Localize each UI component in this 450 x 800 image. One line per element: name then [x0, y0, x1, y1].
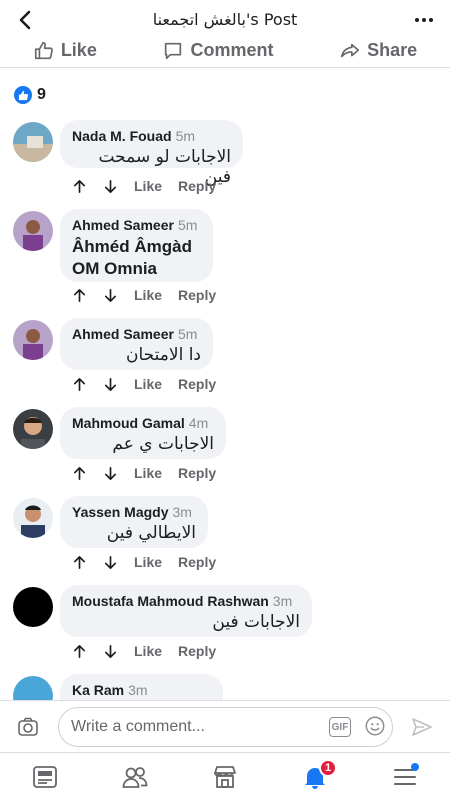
like-label: Like [60, 40, 97, 60]
avatar[interactable] [13, 211, 53, 251]
downvote-arrow-icon[interactable] [103, 288, 118, 303]
comment-text: الاجابات فين [212, 612, 300, 632]
upvote-arrow-icon[interactable] [72, 644, 87, 659]
upvote-arrow-icon[interactable] [72, 288, 87, 303]
like-button[interactable]: Like [33, 40, 97, 62]
upvote-arrow-icon[interactable] [72, 377, 87, 392]
friends-icon [122, 766, 148, 788]
camera-icon[interactable] [16, 715, 40, 739]
like-reaction-icon [14, 86, 32, 104]
reactions-summary[interactable]: 9 [14, 86, 46, 104]
share-label: Share [367, 40, 418, 60]
comment-like-link[interactable]: Like [134, 465, 162, 481]
avatar[interactable] [13, 409, 53, 449]
commenter-name[interactable]: Moustafa Mahmoud Rashwan [72, 593, 269, 609]
comment-like-link[interactable]: Like [134, 287, 162, 303]
commenter-name[interactable]: Ahmed Sameer [72, 326, 174, 342]
share-button[interactable]: Share [339, 40, 417, 62]
comment-text: الايطالي فين [106, 523, 196, 543]
comment-actions: Like Reply [72, 376, 216, 392]
commenter-name[interactable]: Ahmed Sameer [72, 217, 174, 233]
comment-like-link[interactable]: Like [134, 376, 162, 392]
share-arrow-icon [341, 43, 360, 57]
avatar[interactable] [13, 320, 53, 360]
downvote-arrow-icon[interactable] [103, 555, 118, 570]
comment-time: 3m [272, 593, 293, 609]
comment-bubble: Yassen Magdy 3m الايطالي فين [60, 496, 208, 548]
comment-text: الاجابات ي عم [112, 434, 214, 454]
comment-like-link[interactable]: Like [134, 554, 162, 570]
comment-bubble-icon [165, 42, 182, 59]
marketplace-icon [214, 765, 236, 788]
avatar[interactable] [13, 122, 53, 162]
avatar[interactable] [13, 498, 53, 538]
comment-composer: Write a comment... GIF [0, 700, 450, 752]
comment-bubble: Ahmed Sameer 5m Âhméd Âmgàd OM Omnia [60, 209, 213, 282]
downvote-arrow-icon[interactable] [103, 466, 118, 481]
tab-notifications[interactable]: 1 [299, 758, 337, 793]
tab-marketplace[interactable] [209, 761, 241, 793]
commenter-name[interactable]: Mahmoud Gamal [72, 415, 185, 431]
comment-time: 4m [188, 415, 209, 431]
downvote-arrow-icon[interactable] [103, 179, 118, 194]
comment-text: دا الامتحان [126, 345, 201, 365]
comment-bubble: Ahmed Sameer 5m دا الامتحان [60, 318, 213, 370]
comment-actions: Like Reply [72, 287, 216, 303]
page-title: بالغش اتجمعنا's Post [152, 10, 298, 29]
downvote-arrow-icon[interactable] [103, 644, 118, 659]
comment-time: 5m [177, 217, 198, 233]
comment-reply-link[interactable]: Reply [178, 465, 216, 481]
comment-bubble: Moustafa Mahmoud Rashwan 3m الاجابات فين [60, 585, 312, 637]
comment-input-placeholder: Write a comment... [71, 718, 205, 735]
comment-button[interactable]: Comment [162, 40, 274, 62]
bottom-tab-bar: 1 [0, 752, 450, 800]
comment-reply-link[interactable]: Reply [178, 643, 216, 659]
comment-reply-link[interactable]: Reply [178, 376, 216, 392]
comment-time: 5m [175, 128, 196, 144]
comment-actions: Like Reply [72, 465, 216, 481]
emoji-icon[interactable] [364, 715, 386, 737]
menu-indicator-dot [411, 762, 419, 771]
comment-time: 3m [128, 682, 148, 698]
comment-actions: Like Reply [72, 643, 216, 659]
upvote-arrow-icon[interactable] [72, 555, 87, 570]
comment-time: 5m [177, 326, 198, 342]
comment-like-link[interactable]: Like [134, 178, 162, 194]
comment-bubble: Mahmoud Gamal 4m الاجابات ي عم [60, 407, 226, 459]
tab-news-feed[interactable] [29, 761, 61, 793]
comment-bubble: Nada M. Fouad 5m الاجابات لو سمحت فين [60, 120, 243, 187]
comment-input[interactable]: Write a comment... GIF [58, 707, 393, 747]
back-arrow-icon[interactable] [14, 8, 38, 32]
comment-actions: Like Reply [72, 178, 216, 194]
tab-friends[interactable] [119, 761, 151, 793]
avatar[interactable] [13, 587, 53, 627]
comment-text: Âhméd Âmgàd OM Omnia [72, 237, 192, 278]
more-options-icon[interactable] [412, 8, 436, 32]
comment-reply-link[interactable]: Reply [178, 554, 216, 570]
comment-actions: Like Reply [72, 554, 216, 570]
downvote-arrow-icon[interactable] [103, 377, 118, 392]
gif-button[interactable]: GIF [329, 717, 351, 737]
upvote-arrow-icon[interactable] [72, 179, 87, 194]
notification-badge: 1 [319, 758, 337, 777]
comment-like-link[interactable]: Like [134, 643, 162, 659]
commenter-name[interactable]: Nada M. Fouad [72, 128, 172, 144]
news-feed-icon [33, 765, 57, 788]
comment-time: 3m [172, 504, 192, 520]
comment-reply-link[interactable]: Reply [178, 178, 216, 194]
post-action-bar: Like Comment Share [0, 34, 450, 68]
comment-label: Comment [190, 40, 274, 60]
upvote-arrow-icon[interactable] [72, 466, 87, 481]
send-icon[interactable] [410, 715, 434, 739]
tab-menu[interactable] [389, 761, 421, 793]
comment-reply-link[interactable]: Reply [178, 287, 216, 303]
thumbs-up-icon [34, 41, 53, 59]
commenter-name[interactable]: Yassen Magdy [72, 504, 169, 520]
commenter-name[interactable]: Ka Ram [72, 682, 124, 698]
reaction-count: 9 [37, 86, 46, 103]
